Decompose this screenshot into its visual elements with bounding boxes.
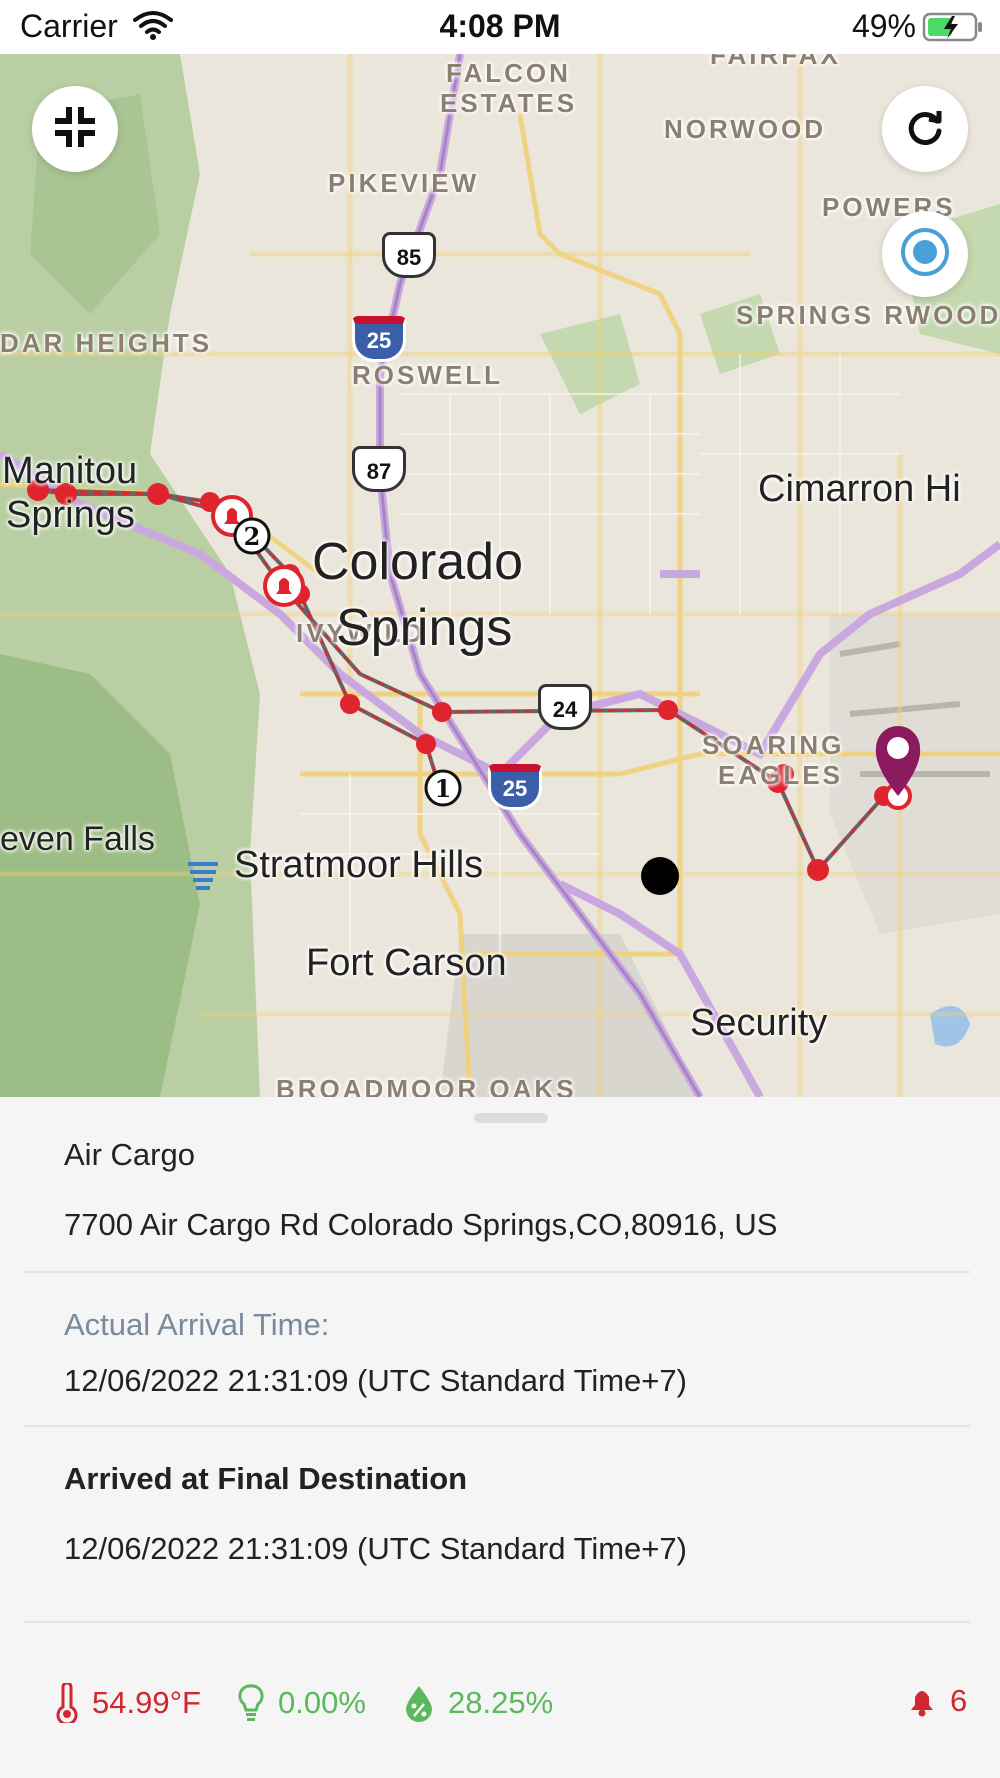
sensor-readings: 54.99°F 0.00% 28.25% 6 — [56, 1683, 976, 1731]
place-label: PIKEVIEW — [328, 168, 480, 198]
battery-icon — [922, 12, 984, 47]
place-label: EAGLES — [718, 760, 843, 790]
light-reading: 0.00% — [238, 1683, 366, 1723]
event-time: 12/06/2022 21:31:09 (UTC Standard Time+7… — [64, 1531, 687, 1566]
place-label: ESTATES — [440, 88, 578, 118]
collapse-icon — [51, 103, 99, 156]
temperature-reading: 54.99°F — [56, 1683, 201, 1723]
bell-icon — [908, 1685, 936, 1717]
sheet-handle[interactable] — [474, 1113, 548, 1123]
refresh-icon — [905, 107, 945, 152]
interstate-shield: 25 — [352, 316, 406, 362]
place-label: Manitou — [2, 450, 138, 492]
city-label: Springs — [336, 599, 513, 657]
location-address: 7700 Air Cargo Rd Colorado Springs,CO,80… — [64, 1207, 778, 1242]
place-label: even Falls — [0, 820, 155, 858]
highway-shield: 87 — [352, 446, 406, 492]
place-label: Fort Carson — [306, 942, 507, 984]
my-location-button[interactable] — [882, 211, 968, 297]
humidity-reading: 28.25% — [404, 1683, 553, 1723]
location-name: Air Cargo — [64, 1137, 195, 1172]
alert-marker[interactable] — [263, 565, 305, 607]
location-target-icon — [900, 227, 950, 282]
clock: 4:08 PM — [439, 8, 561, 44]
place-label: Cimarron Hi — [758, 468, 961, 510]
place-label: SPRINGS RWOOD — [736, 300, 1000, 330]
event-title: Arrived at Final Destination — [64, 1461, 468, 1496]
status-bar: Carrier 4:08 PM 49% — [0, 0, 1000, 54]
place-label: FAIRFAX — [710, 54, 841, 70]
humidity-drop-icon — [404, 1683, 434, 1723]
humidity-value: 28.25% — [448, 1685, 554, 1720]
refresh-button[interactable] — [882, 86, 968, 172]
place-label: SOARING — [702, 730, 845, 760]
place-label: NORWOOD — [664, 114, 827, 144]
route-map[interactable]: 1 2 FAIRFAX FALCON ESTATES NORWOOD PIKEV… — [0, 54, 1000, 1097]
light-value: 0.00% — [278, 1685, 366, 1720]
place-label: BROADMOOR OAKS — [276, 1074, 577, 1097]
place-label: ROSWELL — [352, 360, 503, 390]
place-label: Security — [690, 1002, 828, 1044]
place-label: FALCON — [446, 58, 571, 88]
interstate-shield: 25 — [488, 764, 542, 810]
alert-count[interactable]: 6 — [908, 1683, 967, 1719]
light-bulb-icon — [238, 1683, 264, 1723]
temperature-value: 54.99°F — [92, 1685, 201, 1720]
divider — [24, 1271, 970, 1273]
details-sheet: Air Cargo 7700 Air Cargo Rd Colorado Spr… — [0, 1097, 1000, 1778]
divider — [24, 1621, 970, 1623]
divider — [24, 1425, 970, 1427]
collapse-map-button[interactable] — [32, 86, 118, 172]
stop-marker-2-label: 2 — [244, 522, 261, 551]
battery-percent: 49% — [851, 8, 916, 44]
alert-count-value: 6 — [950, 1683, 968, 1718]
place-label: Stratmoor Hills — [234, 844, 484, 886]
city-label: Colorado — [312, 533, 524, 591]
highway-shield: 24 — [538, 684, 592, 730]
highway-shield: 85 — [382, 232, 436, 278]
place-label: Springs — [6, 494, 135, 536]
arrival-label: Actual Arrival Time: — [64, 1307, 330, 1342]
thermometer-icon — [56, 1683, 78, 1723]
stop-marker-1-label: 1 — [435, 774, 452, 803]
place-label: DAR HEIGHTS — [0, 328, 213, 358]
arrival-value: 12/06/2022 21:31:09 (UTC Standard Time+7… — [64, 1363, 687, 1398]
